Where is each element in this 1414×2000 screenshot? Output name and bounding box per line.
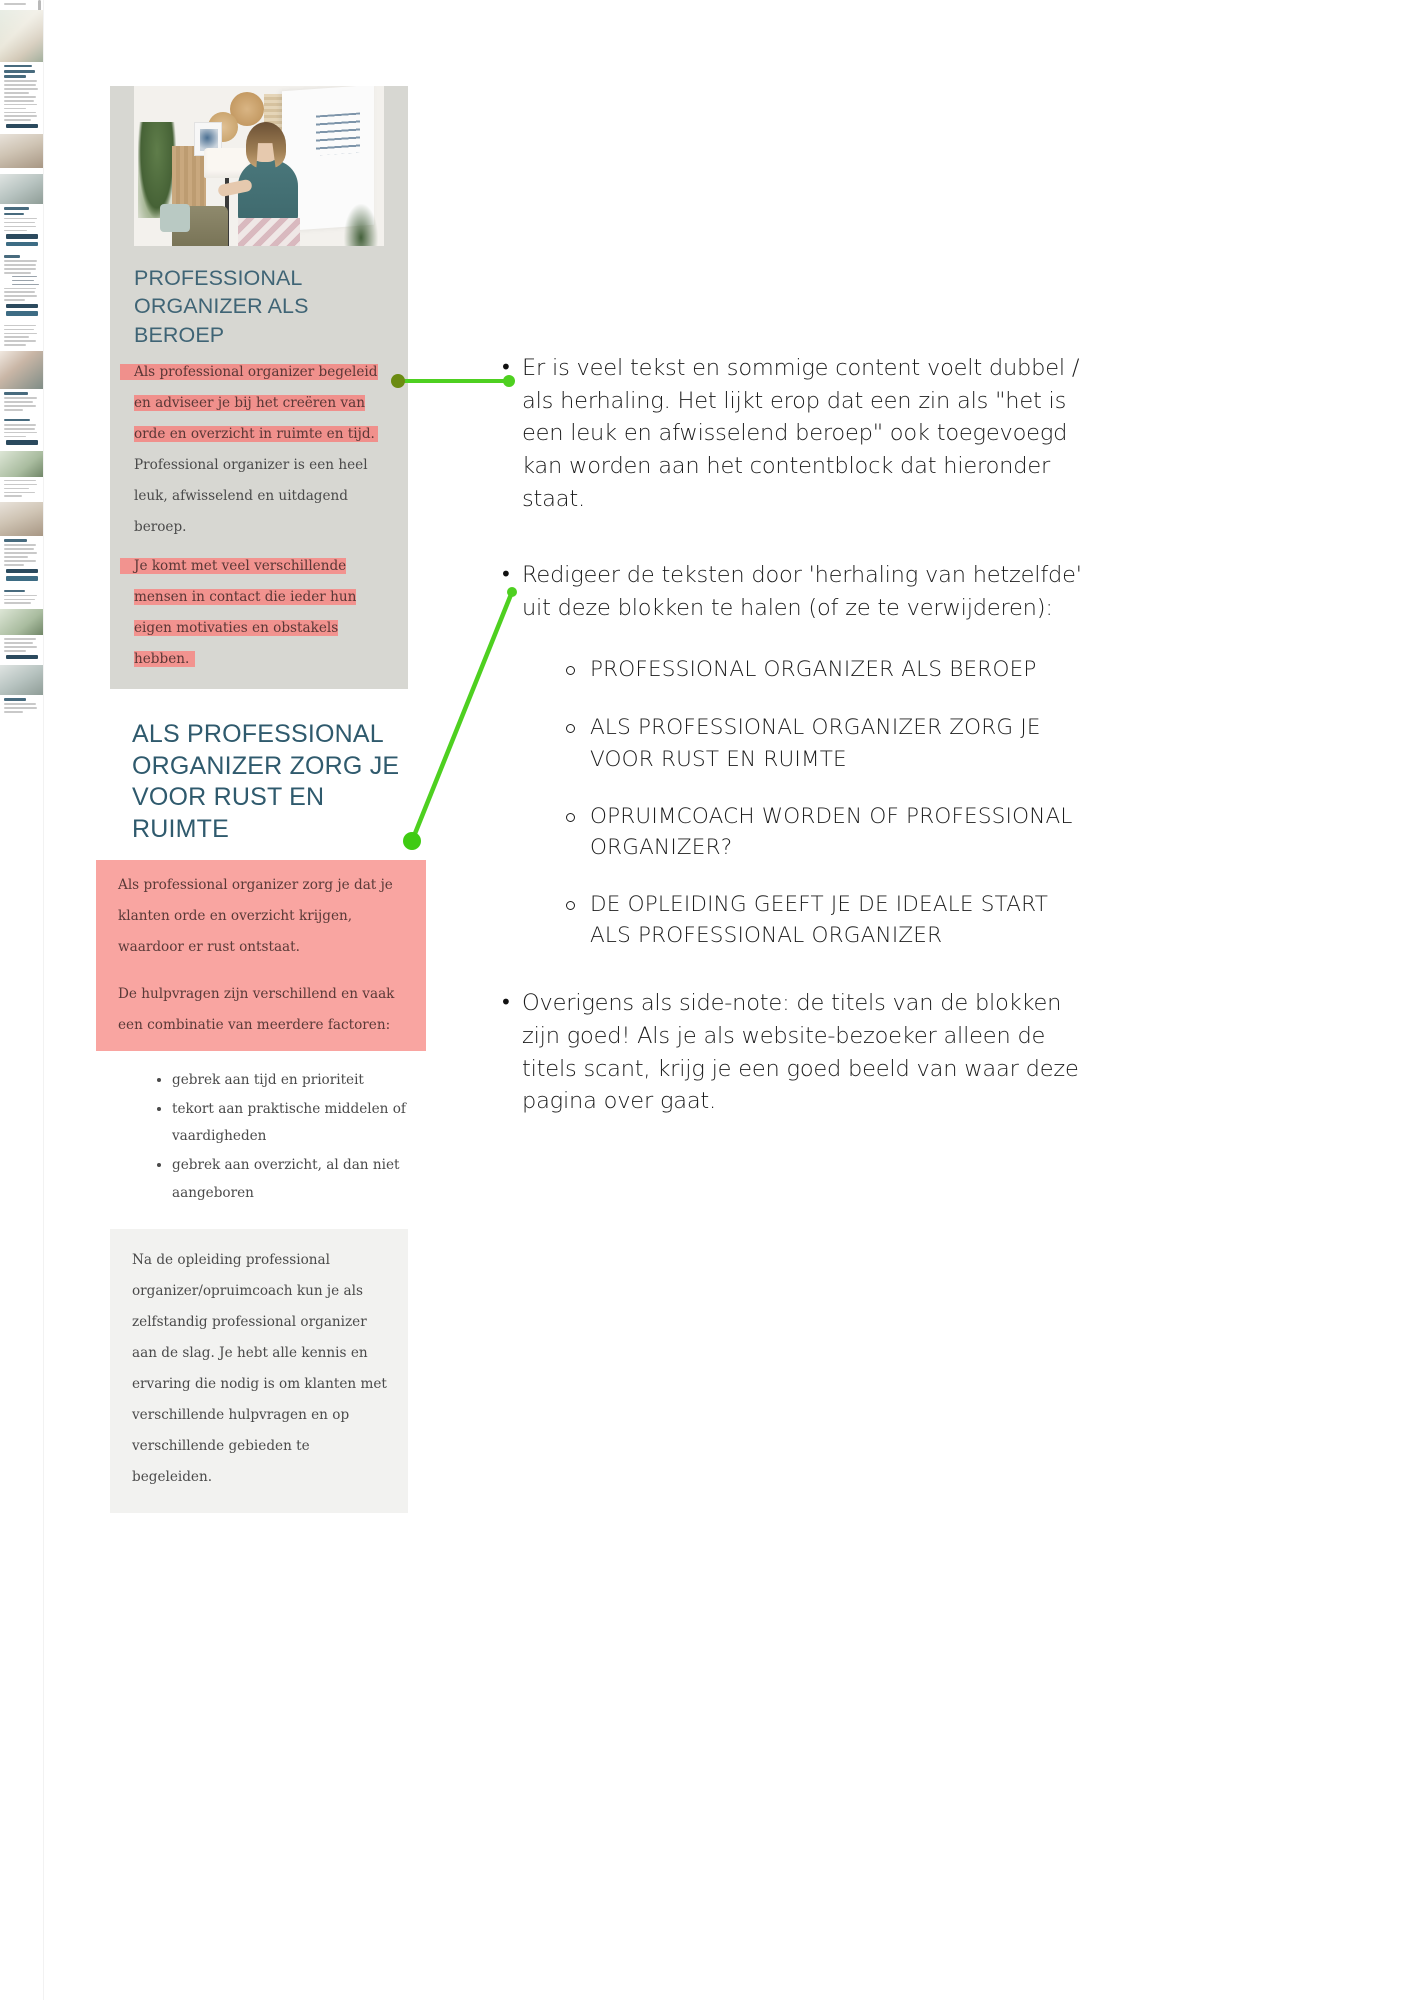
note-sub-item: OPRUIMCOACH WORDEN OF PROFESSIONAL ORGAN…: [566, 801, 1090, 863]
heading-professional-organizer-als-beroep: PROFESSIONAL ORGANIZER ALS BEROEP: [134, 266, 309, 347]
thumbnail-image: [0, 502, 43, 537]
hollow-bullet-icon: [566, 654, 590, 686]
paragraph-na-de-opleiding: Na de opleiding professional organizer/o…: [110, 1228, 408, 1513]
list-item: tekort aan praktische middelen of vaardi…: [172, 1096, 408, 1150]
highlight-block-rust-en-ruimte: Als professional organizer zorg je dat j…: [96, 859, 426, 1051]
thumbnail-image: [0, 609, 43, 636]
note-text-1: Er is veel tekst en sommige content voel…: [522, 355, 1080, 512]
note-sub-item: ALS PROFESSIONAL ORGANIZER ZORG JE VOOR …: [566, 712, 1090, 774]
note-item-1: • Er is veel tekst en sommige content vo…: [500, 352, 1090, 515]
content-block-beroep: PROFESSIONAL ORGANIZER ALS BEROEP Als pr…: [110, 86, 408, 689]
paragraph-contact: Je komt met veel verschillende mensen in…: [110, 551, 408, 675]
hollow-bullet-icon: [566, 712, 590, 744]
thumbnail-image: [0, 174, 43, 205]
thumbnail-image: [0, 665, 43, 696]
list-item: gebrek aan tijd en prioriteit: [172, 1067, 408, 1094]
list-item: gebrek aan overzicht, al dan niet aangeb…: [172, 1152, 408, 1206]
paragraph-beroep-rest: Professional organizer is een heel leuk,…: [134, 457, 368, 536]
highlight-duplicate-text-2: Je komt met veel verschillende mensen in…: [134, 558, 357, 667]
thumbnail-section: [0, 0, 43, 169]
captured-webpage-screenshot: PROFESSIONAL ORGANIZER ALS BEROEP Als pr…: [96, 48, 426, 1513]
annotated-screenshot-page: PROFESSIONAL ORGANIZER ALS BEROEP Als pr…: [0, 0, 1414, 2000]
thumbnail-navbar: [0, 0, 43, 10]
note-sub-item: PROFESSIONAL ORGANIZER ALS BEROEP: [566, 654, 1090, 686]
note-sub-list: PROFESSIONAL ORGANIZER ALS BEROEP ALS PR…: [566, 654, 1090, 951]
note-bullet-icon: •: [500, 355, 512, 379]
organizer-photo: [134, 86, 384, 246]
note-text-3: Overigens als side-note: de titels van d…: [522, 990, 1079, 1115]
thumbnail-image: [0, 351, 43, 390]
arrow-line-2: [409, 591, 515, 842]
thumbnail-image: [0, 450, 43, 477]
note-sub-text: ALS PROFESSIONAL ORGANIZER ZORG JE VOOR …: [590, 715, 1041, 772]
page-thumbnail-strip[interactable]: [0, 0, 44, 2000]
note-sub-item: DE OPLEIDING GEEFT JE DE IDEALE START AL…: [566, 889, 1090, 951]
pink-paragraph-1: Als professional organizer zorg je dat j…: [118, 876, 393, 955]
hollow-bullet-icon: [566, 889, 590, 921]
paragraph-beroep: Als professional organizer begeleid en a…: [110, 357, 408, 543]
thumbnail-hero-image: [0, 9, 43, 62]
note-sub-text: OPRUIMCOACH WORDEN OF PROFESSIONAL ORGAN…: [590, 803, 1073, 860]
note-item-3: • Overigens als side-note: de titels van…: [500, 987, 1090, 1118]
note-bullet-icon: •: [500, 990, 512, 1015]
note-item-2: • Redigeer de teksten door 'herhaling va…: [500, 559, 1090, 977]
heading-als-professional-organizer-zorg: ALS PROFESSIONAL ORGANIZER ZORG JE VOOR …: [132, 719, 400, 844]
annotation-notes-column: • Er is veel tekst en sommige content vo…: [500, 352, 1090, 1162]
hulpvragen-bullet-list: gebrek aan tijd en prioriteit tekort aan…: [110, 1067, 408, 1207]
note-sub-text: DE OPLEIDING GEEFT JE DE IDEALE START AL…: [590, 892, 1049, 949]
hollow-bullet-icon: [566, 801, 590, 833]
pink-paragraph-2: De hulpvragen zijn verschillend en vaak …: [118, 985, 395, 1033]
thumbnail-image: [0, 134, 43, 169]
highlight-duplicate-text-1: Als professional organizer begeleid en a…: [134, 364, 378, 443]
note-bullet-icon: •: [500, 562, 512, 587]
note-sub-text: PROFESSIONAL ORGANIZER ALS BEROEP: [590, 657, 1037, 683]
note-text-2: Redigeer de teksten door 'herhaling van …: [522, 562, 1082, 621]
